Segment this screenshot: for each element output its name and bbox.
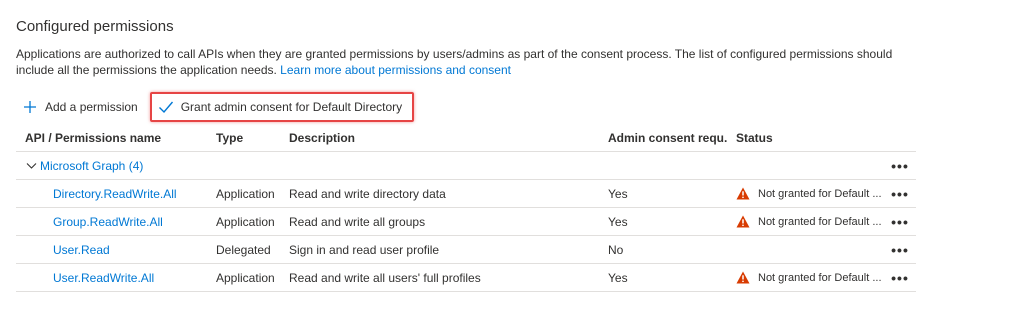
more-ellipsis-icon[interactable]: ••• xyxy=(888,208,912,235)
status-text: Not granted for Default ... xyxy=(758,215,882,228)
admin-consent-value: Yes xyxy=(608,270,628,285)
table-header-row: API / Permissions name Type Description … xyxy=(16,124,916,152)
status-cell: Not granted for Default ... xyxy=(736,208,884,235)
column-header-status[interactable]: Status xyxy=(736,124,884,151)
learn-more-link[interactable]: Learn more about permissions and consent xyxy=(280,63,511,77)
checkmark-icon xyxy=(158,99,174,115)
permission-description: Read and write all groups xyxy=(289,214,426,229)
section-title: Configured permissions xyxy=(16,18,174,35)
add-permission-label: Add a permission xyxy=(45,100,138,114)
permission-name-link[interactable]: User.Read xyxy=(53,243,110,257)
column-header-admin-consent[interactable]: Admin consent requ... xyxy=(608,124,728,151)
permissions-table: API / Permissions name Type Description … xyxy=(16,124,916,292)
section-description: Applications are authorized to call APIs… xyxy=(16,46,916,78)
table-row: User.ReadWrite.All Application Read and … xyxy=(16,264,916,292)
group-toggle[interactable]: Microsoft Graph (4) xyxy=(25,152,225,179)
status-text: Not granted for Default ... xyxy=(758,187,882,200)
more-ellipsis-icon[interactable]: ••• xyxy=(888,236,912,263)
status-text: Not granted for Default ... xyxy=(758,271,882,284)
permission-description: Read and write all users' full profiles xyxy=(289,270,481,285)
permissions-toolbar: Add a permission Grant admin consent for… xyxy=(16,92,415,122)
permission-type: Application xyxy=(216,186,275,201)
permission-type: Application xyxy=(216,214,275,229)
admin-consent-value: Yes xyxy=(608,214,628,229)
group-row-microsoft-graph: Microsoft Graph (4) ••• xyxy=(16,152,916,180)
permission-name-link[interactable]: Group.ReadWrite.All xyxy=(53,215,163,229)
status-cell: Not granted for Default ... xyxy=(736,180,884,207)
permission-description: Read and write directory data xyxy=(289,186,446,201)
permission-type: Application xyxy=(216,270,275,285)
admin-consent-value: Yes xyxy=(608,186,628,201)
group-label[interactable]: Microsoft Graph (4) xyxy=(40,159,143,173)
permission-name-link[interactable]: User.ReadWrite.All xyxy=(53,271,154,285)
permission-name-link[interactable]: Directory.ReadWrite.All xyxy=(53,187,177,201)
more-ellipsis-icon[interactable]: ••• xyxy=(888,152,912,179)
table-row: Group.ReadWrite.All Application Read and… xyxy=(16,208,916,236)
chevron-down-icon xyxy=(25,160,37,172)
warning-icon xyxy=(736,187,750,201)
column-header-type[interactable]: Type xyxy=(216,124,286,151)
admin-consent-value: No xyxy=(608,242,624,257)
table-row: Directory.ReadWrite.All Application Read… xyxy=(16,180,916,208)
table-row: User.Read Delegated Sign in and read use… xyxy=(16,236,916,264)
permission-type: Delegated xyxy=(216,242,271,257)
column-header-api[interactable]: API / Permissions name xyxy=(25,124,210,151)
status-cell: Not granted for Default ... xyxy=(736,264,884,291)
status-cell xyxy=(736,236,884,263)
more-ellipsis-icon[interactable]: ••• xyxy=(888,180,912,207)
warning-icon xyxy=(736,215,750,229)
more-ellipsis-icon[interactable]: ••• xyxy=(888,264,912,291)
plus-icon xyxy=(22,99,38,115)
grant-admin-consent-label: Grant admin consent for Default Director… xyxy=(180,100,403,114)
grant-admin-consent-button[interactable]: Grant admin consent for Default Director… xyxy=(149,92,415,122)
add-permission-button[interactable]: Add a permission xyxy=(16,94,142,120)
column-header-description[interactable]: Description xyxy=(289,124,599,151)
warning-icon xyxy=(736,271,750,285)
permission-description: Sign in and read user profile xyxy=(289,242,440,257)
